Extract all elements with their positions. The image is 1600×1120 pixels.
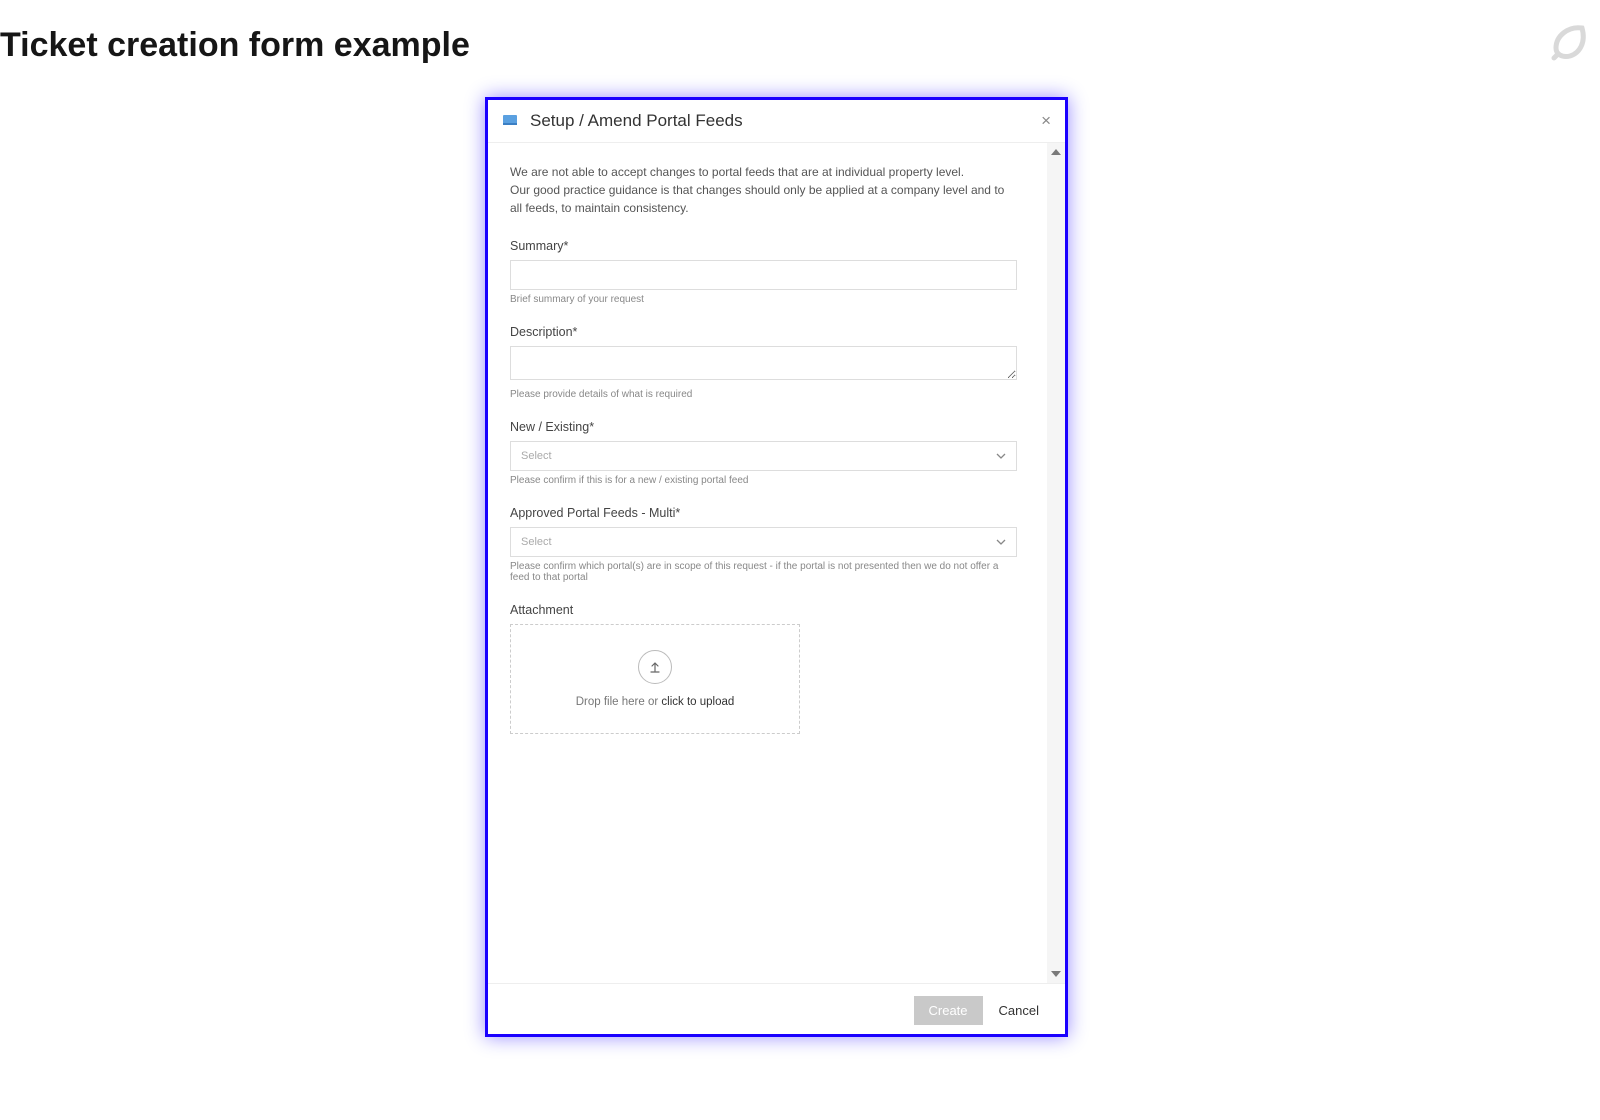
upload-dropzone[interactable]: Drop file here or click to upload [510,624,800,734]
description-label: Description* [510,325,1017,339]
approved-feeds-field: Approved Portal Feeds - Multi* Select Pl… [510,506,1017,583]
intro-text: We are not able to accept changes to por… [510,163,1017,217]
chevron-down-icon [996,450,1006,462]
approved-feeds-select[interactable]: Select [510,527,1017,557]
modal-footer: Create Cancel [488,983,1065,1037]
ticket-modal: Setup / Amend Portal Feeds × We are not … [485,97,1068,1037]
ticket-icon [502,113,518,130]
scroll-down-icon[interactable] [1047,965,1065,983]
approved-feeds-hint: Please confirm which portal(s) are in sc… [510,561,1017,583]
new-existing-hint: Please confirm if this is for a new / ex… [510,475,1017,486]
chevron-down-icon [996,536,1006,548]
close-icon[interactable]: × [1041,112,1051,129]
cancel-button[interactable]: Cancel [991,996,1047,1025]
new-existing-placeholder: Select [521,450,552,462]
page-title: Ticket creation form example [0,0,1600,65]
leaf-logo-icon [1548,20,1590,67]
attachment-field: Attachment Drop file here or click to up… [510,603,1017,734]
modal-scroll-area: We are not able to accept changes to por… [488,143,1065,983]
summary-field: Summary* Brief summary of your request [510,239,1017,305]
intro-line1: We are not able to accept changes to por… [510,165,964,179]
new-existing-select[interactable]: Select [510,441,1017,471]
summary-hint: Brief summary of your request [510,294,1017,305]
description-input[interactable] [510,346,1017,380]
description-field: Description* Please provide details of w… [510,325,1017,400]
scrollbar[interactable] [1047,143,1065,983]
modal-header: Setup / Amend Portal Feeds × [488,100,1065,143]
modal-body: We are not able to accept changes to por… [488,143,1047,774]
scroll-up-icon[interactable] [1047,143,1065,161]
approved-feeds-label: Approved Portal Feeds - Multi* [510,506,1017,520]
upload-text-action: click to upload [661,696,734,708]
upload-text: Drop file here or click to upload [576,696,735,708]
create-button[interactable]: Create [914,996,983,1025]
upload-icon [638,650,672,684]
new-existing-field: New / Existing* Select Please confirm if… [510,420,1017,486]
description-hint: Please provide details of what is requir… [510,389,1017,400]
new-existing-label: New / Existing* [510,420,1017,434]
intro-line2: Our good practice guidance is that chang… [510,183,1004,215]
attachment-label: Attachment [510,603,1017,617]
summary-input[interactable] [510,260,1017,290]
upload-text-prefix: Drop file here or [576,696,662,708]
approved-feeds-placeholder: Select [521,536,552,548]
modal-title: Setup / Amend Portal Feeds [530,111,743,131]
summary-label: Summary* [510,239,1017,253]
